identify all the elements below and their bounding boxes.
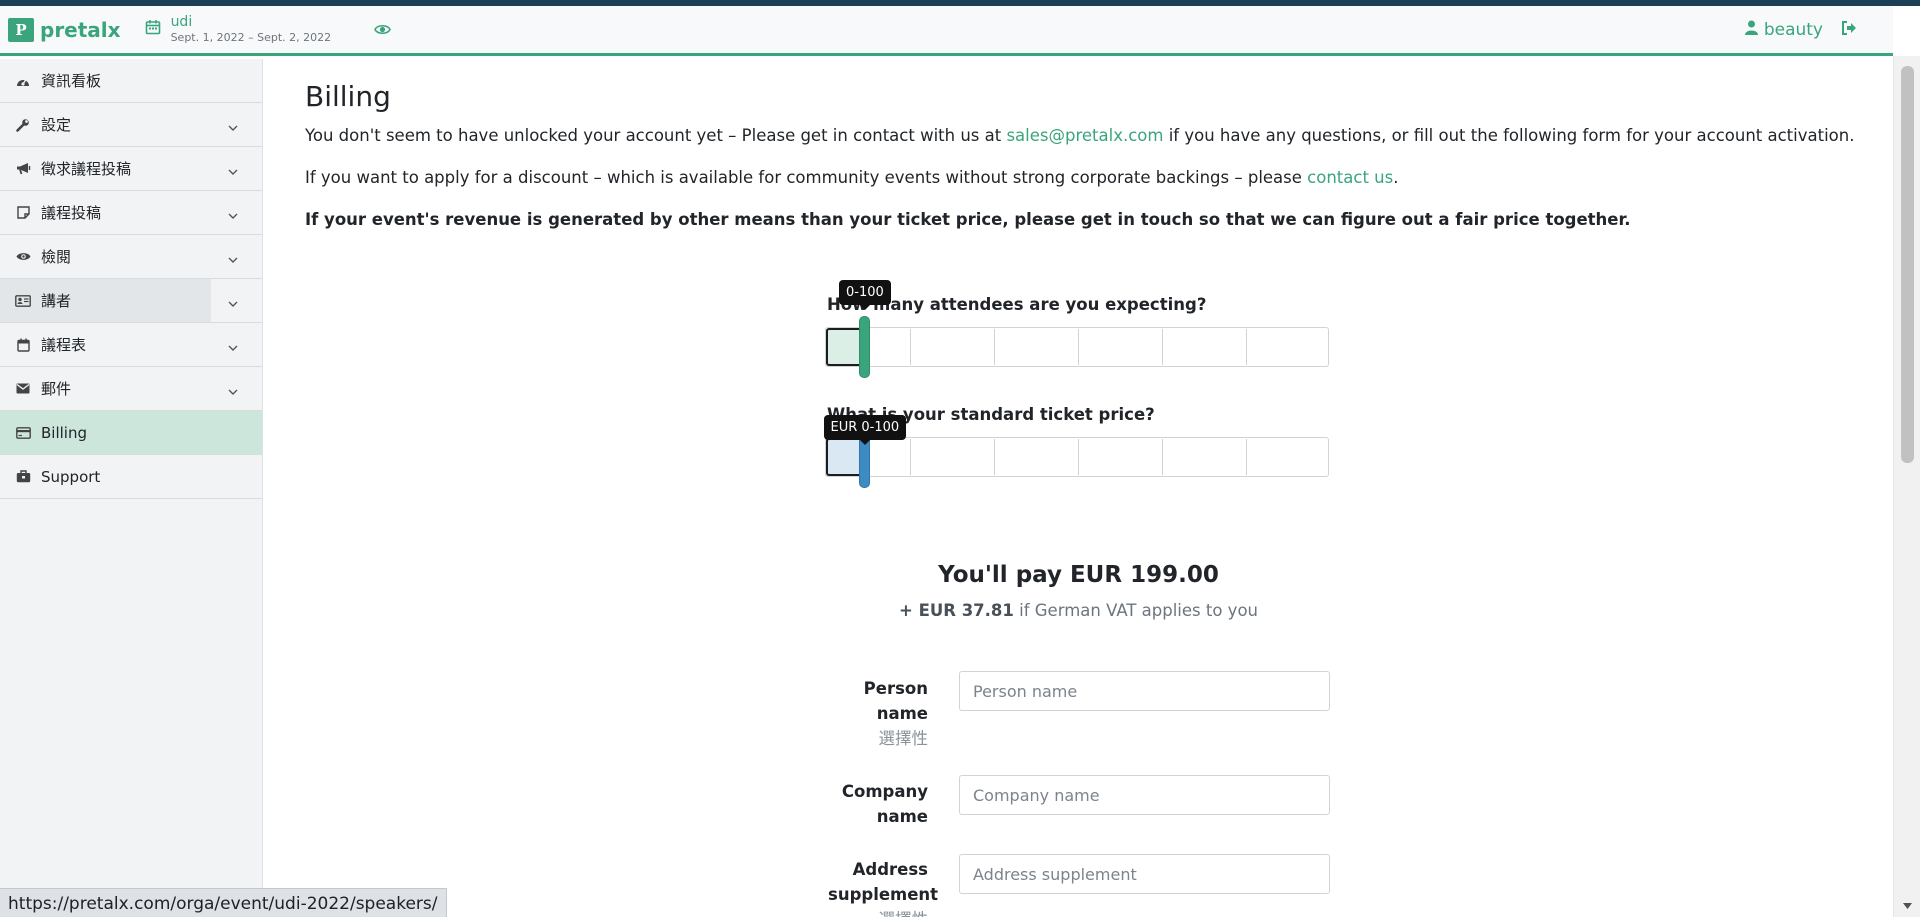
top-navbar: P pretalx udi Sept. 1, 2022 – Sept. 2, 2… (0, 6, 1893, 56)
view-public-site-icon[interactable] (374, 21, 391, 40)
address-supplement-label: Address supplement 選擇性 (828, 857, 938, 917)
sidebar-item-schedule[interactable]: 議程表 (0, 323, 262, 367)
ticket-price-slider[interactable] (825, 437, 1329, 477)
chevron-down-icon[interactable] (228, 118, 238, 136)
eye-icon (15, 251, 31, 262)
user-name: beauty (1763, 20, 1823, 40)
sidebar-item-support[interactable]: Support (0, 455, 262, 499)
main-content: Billing You don't seem to have unlocked … (264, 59, 1893, 917)
page-title: Billing (305, 80, 391, 113)
sidebar-item-billing[interactable]: Billing (0, 411, 262, 455)
attendees-range-tooltip: 0-100 (839, 280, 891, 310)
event-name: udi (170, 13, 193, 30)
account-unlock-paragraph: You don't seem to have unlocked your acc… (305, 126, 1855, 145)
sidebar-item-settings[interactable]: 設定 (0, 103, 262, 147)
sidebar-item-label: 設定 (41, 116, 72, 134)
sidebar-item-label: 議程投稿 (41, 204, 102, 222)
pretalx-logo-text: pretalx (40, 17, 121, 42)
chevron-down-icon[interactable] (228, 250, 238, 268)
sidebar-item-review[interactable]: 檢閱 (0, 235, 262, 279)
sidebar-item-label: 議程表 (41, 336, 87, 354)
sticky-note-icon (15, 206, 31, 219)
sidebar-item-submissions[interactable]: 議程投稿 (0, 191, 262, 235)
chevron-down-icon[interactable] (228, 294, 238, 312)
logout-icon[interactable] (1841, 20, 1857, 40)
slider-segment-divider (1162, 439, 1163, 475)
slider-segment-divider (1246, 439, 1247, 475)
dashboard-icon (15, 75, 31, 87)
price-total: You'll pay EUR 199.00 (938, 562, 1219, 588)
company-name-input[interactable] (959, 775, 1330, 815)
calendar-icon (15, 338, 31, 352)
address-supplement-input[interactable] (959, 854, 1330, 894)
sidebar-item-dashboard[interactable]: 資訊看板 (0, 59, 262, 103)
event-dates: Sept. 1, 2022 – Sept. 2, 2022 (170, 31, 332, 45)
company-name-label: Company name (841, 782, 928, 826)
link-status-bar: https://pretalx.com/orga/event/udi-2022/… (0, 888, 447, 917)
slider-segment-divider (1078, 329, 1079, 365)
sidebar-item-speakers[interactable]: 講者 (0, 279, 262, 323)
slider-segment-divider (994, 439, 995, 475)
sidebar-item-label: Support (41, 467, 101, 486)
slider-segment-divider (1162, 329, 1163, 365)
sales-email-link[interactable]: sales@pretalx.com (1006, 126, 1163, 145)
attendees-slider-handle[interactable] (859, 316, 870, 378)
person-name-input[interactable] (959, 671, 1330, 711)
slider-segment-divider (1246, 329, 1247, 365)
sidebar-item-label: Billing (41, 423, 87, 442)
bullhorn-icon (15, 162, 31, 175)
calendar-icon (145, 19, 161, 39)
slider-segment-divider (994, 329, 995, 365)
pretalx-logo-mark: P (8, 17, 34, 42)
sidebar-item-label: 檢閱 (41, 248, 72, 266)
page-scrollbar[interactable] (1893, 56, 1920, 917)
slider-segment-divider (910, 439, 911, 475)
person-name-label: Person name 選擇性 (828, 676, 928, 751)
user-icon (1744, 20, 1758, 40)
optional-hint: 選擇性 (828, 907, 929, 917)
ticket-price-range-tooltip: EUR 0-100 (823, 415, 907, 445)
sidebar-item-label: 郵件 (41, 380, 72, 398)
scrollbar-thumb[interactable] (1901, 66, 1914, 463)
briefcase-icon (15, 470, 31, 483)
scroll-down-arrow-icon[interactable] (1903, 894, 1912, 913)
revenue-notice: If your event's revenue is generated by … (305, 210, 1631, 229)
envelope-icon (15, 383, 31, 394)
optional-hint: 選擇性 (878, 729, 929, 748)
sidebar-item-label: 徵求議程投稿 (41, 160, 132, 178)
chevron-down-icon[interactable] (228, 162, 238, 180)
sidebar-item-mails[interactable]: 郵件 (0, 367, 262, 411)
sidebar-nav: 資訊看板 設定 徵求議程投稿 議程投稿 檢閱 講者 議程表 郵件 Billing (0, 59, 263, 917)
sidebar-item-cfp[interactable]: 徵求議程投稿 (0, 147, 262, 191)
slider-segment-divider (1078, 439, 1079, 475)
slider-segment-divider (910, 329, 911, 365)
attendees-slider[interactable] (825, 327, 1329, 367)
credit-card-icon (15, 426, 31, 439)
chevron-down-icon[interactable] (228, 382, 238, 400)
id-card-icon (15, 294, 31, 307)
sidebar-item-label: 講者 (41, 292, 72, 310)
event-switcher[interactable]: udi Sept. 1, 2022 – Sept. 2, 2022 (145, 13, 332, 45)
discount-paragraph: If you want to apply for a discount – wh… (305, 168, 1399, 187)
chevron-down-icon[interactable] (228, 338, 238, 356)
user-menu: beauty (1744, 20, 1857, 40)
vat-note: + EUR 37.81 if German VAT applies to you (899, 601, 1258, 620)
sidebar-item-label: 資訊看板 (41, 72, 102, 90)
chevron-down-icon[interactable] (228, 206, 238, 224)
contact-us-link[interactable]: contact us (1307, 168, 1393, 187)
vat-amount: + EUR 37.81 (899, 601, 1014, 620)
user-profile-link[interactable]: beauty (1744, 20, 1823, 40)
wrench-icon (15, 118, 31, 132)
pretalx-logo-link[interactable]: P pretalx (8, 17, 121, 42)
